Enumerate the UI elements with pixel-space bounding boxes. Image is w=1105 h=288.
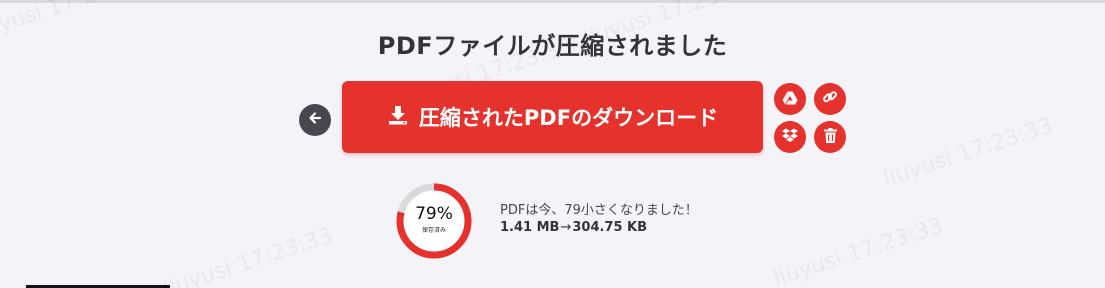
trash-icon (823, 127, 837, 147)
dropbox-icon (782, 128, 798, 147)
arrow-left-icon (307, 110, 323, 130)
compressed-size: 304.75 KB (572, 220, 648, 235)
download-compressed-pdf-button[interactable]: 圧縮されたPDFのダウンロード (342, 81, 763, 153)
google-drive-icon (782, 90, 798, 109)
back-button[interactable] (299, 104, 331, 136)
savings-percent: 79% (415, 204, 453, 224)
result-message: PDFは今、79小さくなりました！ (500, 203, 698, 218)
watermark: liuyusi 17:23:33 (880, 113, 1057, 192)
save-to-google-drive-button[interactable] (774, 83, 806, 115)
saved-label: 保存済み (421, 227, 446, 234)
compression-result-page: liuyusi 17:23:33 liuyusi 17:23:33 liuyus… (0, 0, 1105, 288)
top-divider (0, 0, 1105, 3)
size-comparison: 1.41 MB→304.75 KB (500, 220, 647, 235)
link-icon (822, 89, 838, 109)
save-to-dropbox-button[interactable] (774, 121, 806, 153)
original-size: 1.41 MB (500, 220, 560, 235)
savings-progress-ring: 79% 保存済み (395, 182, 473, 260)
size-arrow: → (560, 220, 572, 235)
page-title: PDFファイルが圧縮されました (377, 32, 728, 60)
share-link-button[interactable] (814, 83, 846, 115)
download-button-label: 圧縮されたPDFのダウンロード (418, 106, 719, 130)
delete-button[interactable] (814, 121, 846, 153)
download-icon (387, 104, 409, 130)
watermark: liuyusi 17:23:33 (770, 213, 947, 288)
watermark: liuyusi 17:23:33 (160, 223, 337, 288)
